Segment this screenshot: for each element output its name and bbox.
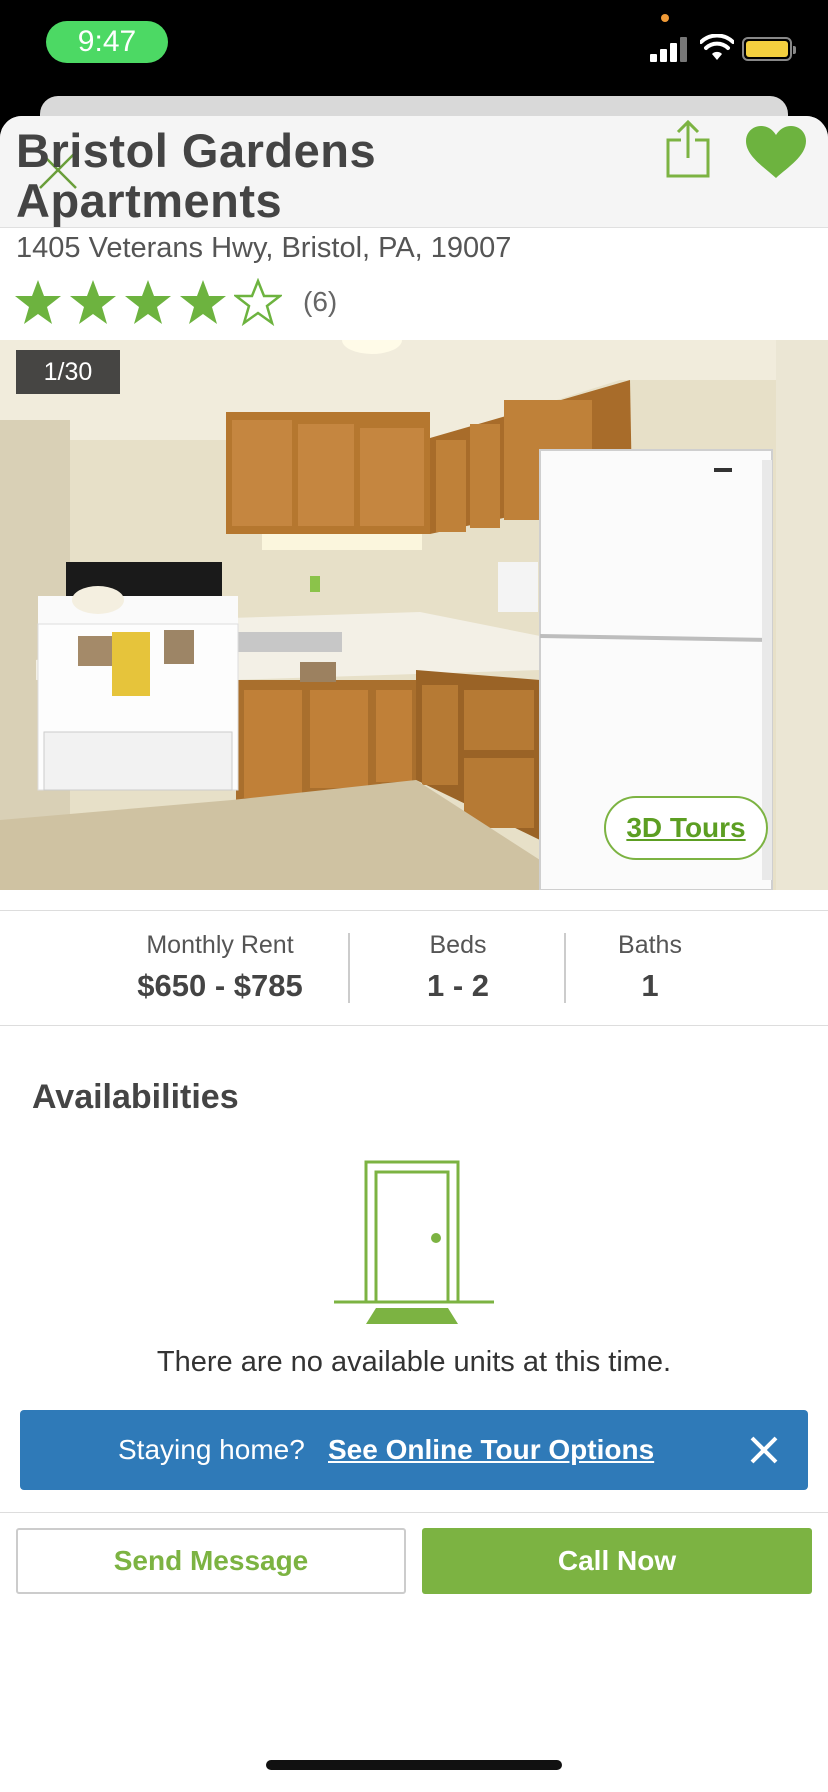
stat-value: 1 - 2	[426, 968, 490, 1003]
online-tour-options-link[interactable]: See Online Tour Options	[328, 1410, 654, 1490]
review-count[interactable]: (6)	[303, 286, 337, 318]
home-indicator[interactable]	[266, 1760, 562, 1770]
status-time: 9:47	[46, 21, 168, 63]
battery-icon	[742, 37, 796, 61]
online-tour-banner: Staying home? See Online Tour Options	[20, 1410, 808, 1490]
stat-label: Baths	[618, 931, 682, 959]
wifi-icon	[700, 34, 734, 60]
stats-bar: Monthly Rent $650 - $785 Beds 1 - 2 Bath…	[0, 910, 828, 1026]
stat-value: 1	[641, 968, 659, 1003]
stat-divider	[348, 933, 350, 1003]
photo-counter: 1/30	[16, 350, 120, 394]
listing-address: 1405 Veterans Hwy, Bristol, PA, 19007	[16, 232, 512, 264]
send-message-button[interactable]: Send Message	[16, 1528, 406, 1594]
banner-text: Staying home?	[118, 1434, 305, 1465]
stat-label: Beds	[429, 931, 487, 959]
banner-close-icon[interactable]	[748, 1434, 780, 1466]
no-units-message: There are no available units at this tim…	[156, 1346, 672, 1378]
star-filled-icon	[70, 280, 116, 324]
stat-baths: Baths 1	[590, 931, 710, 1004]
listing-title: Bristol Gardens Apartments	[16, 124, 377, 227]
star-rating: (6)	[14, 276, 337, 328]
availabilities-heading: Availabilities	[32, 1078, 239, 1116]
star-filled-icon	[15, 280, 61, 324]
share-icon[interactable]	[664, 118, 712, 180]
stat-label: Monthly Rent	[146, 931, 294, 959]
stat-value: $650 - $785	[137, 968, 303, 1003]
star-filled-icon	[125, 280, 171, 324]
door-icon	[334, 1160, 494, 1324]
cellular-signal-icon	[650, 36, 690, 62]
recording-dot	[661, 14, 669, 22]
status-bar: 9:47	[0, 0, 828, 96]
3d-tours-button[interactable]: 3D Tours	[604, 796, 768, 860]
star-empty-icon	[234, 278, 282, 326]
stat-beds: Beds 1 - 2	[378, 931, 538, 1004]
call-now-button[interactable]: Call Now	[422, 1528, 812, 1594]
star-filled-icon	[180, 280, 226, 324]
favorite-heart-icon[interactable]	[744, 124, 808, 180]
stat-divider	[564, 933, 566, 1003]
stat-monthly-rent: Monthly Rent $650 - $785	[120, 931, 320, 1004]
